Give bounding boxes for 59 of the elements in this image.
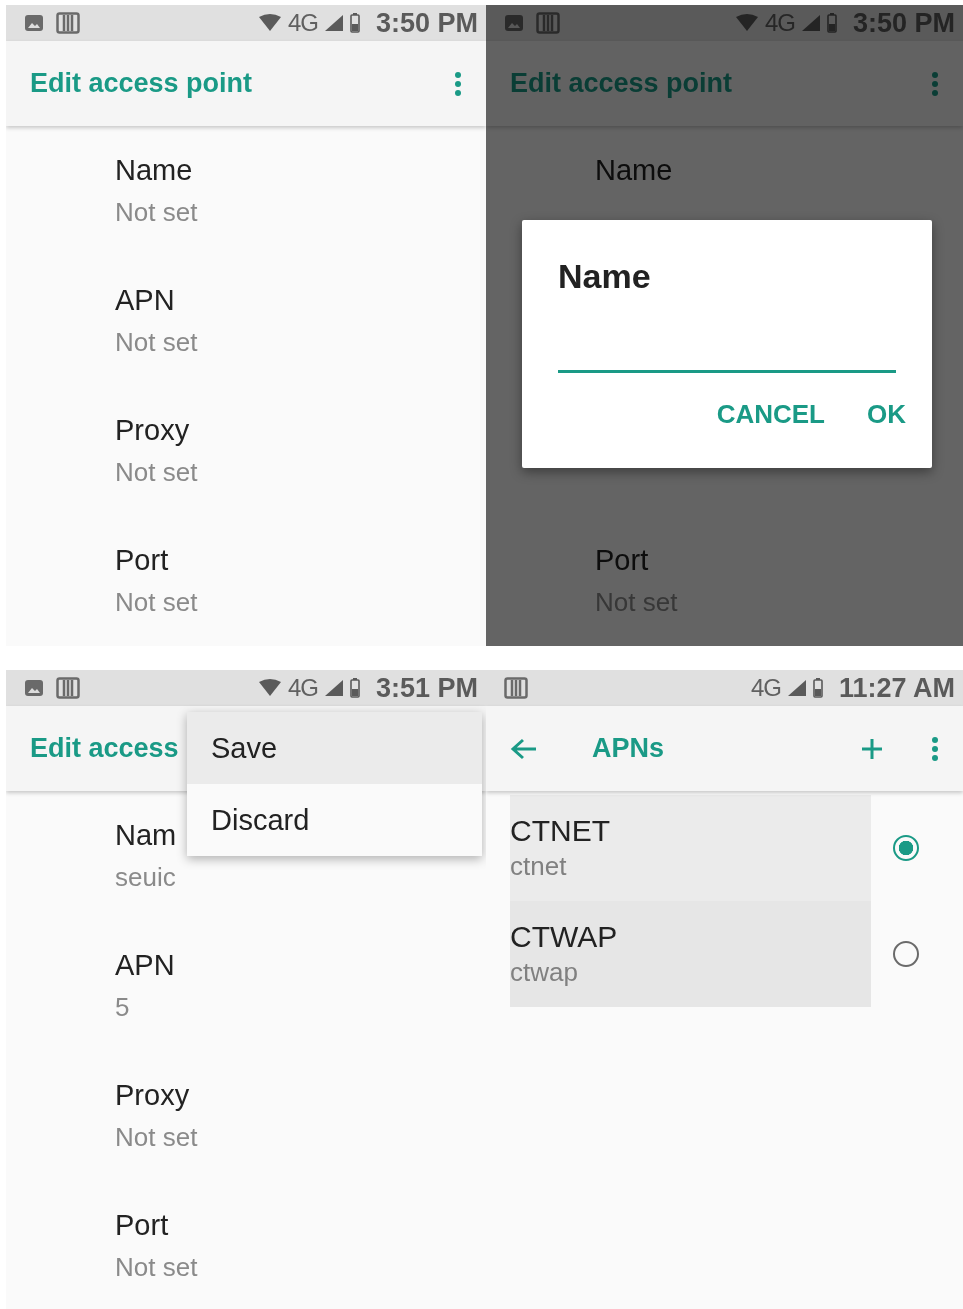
screen-title: Edit access	[30, 733, 179, 764]
screen-title: APNs	[592, 733, 665, 764]
radio-button[interactable]	[893, 835, 919, 861]
back-icon[interactable]	[510, 736, 538, 761]
battery-icon	[349, 678, 360, 698]
battery-icon	[812, 678, 823, 698]
network-type: 4G	[750, 674, 781, 702]
menu-item[interactable]: Discard	[187, 784, 482, 856]
setting-value: 5	[115, 991, 130, 1024]
setting-value: Not set	[115, 1251, 198, 1284]
sd-card-icon	[504, 677, 528, 699]
sd-card-icon	[536, 12, 560, 34]
setting-value: Not set	[115, 326, 198, 359]
screen-title: Edit access point	[510, 68, 733, 99]
signal-icon	[800, 14, 821, 32]
setting-label: Nam	[115, 818, 177, 853]
sd-card-icon	[56, 677, 80, 699]
add-icon[interactable]	[861, 737, 883, 760]
setting-label: Port	[595, 543, 649, 578]
setting-value: Not set	[115, 586, 198, 619]
image-icon	[24, 679, 44, 697]
setting-value: Not set	[115, 196, 198, 229]
image-icon	[504, 14, 524, 32]
clock-time: 11:27 AM	[838, 672, 955, 704]
sd-card-icon	[56, 12, 80, 34]
battery-icon	[349, 13, 360, 33]
dialog-title: Name	[558, 256, 652, 296]
apn-name: CTWAP	[510, 919, 619, 955]
setting-label: APN	[115, 283, 175, 318]
setting-value: Not set	[115, 456, 198, 489]
more-options-icon[interactable]	[454, 70, 462, 97]
screen-title: Edit access point	[30, 68, 253, 99]
apn-value: ctwap	[510, 956, 579, 989]
signal-icon	[323, 14, 344, 32]
setting-label: Proxy	[115, 413, 190, 448]
network-type: 4G	[287, 674, 318, 702]
setting-label: Port	[115, 543, 169, 578]
more-options-icon[interactable]	[931, 735, 939, 762]
menu-item[interactable]: Save	[187, 712, 482, 784]
signal-icon	[786, 679, 807, 697]
network-type: 4G	[287, 9, 318, 37]
setting-label: Proxy	[115, 1078, 190, 1113]
setting-value: Not set	[115, 1121, 198, 1154]
apn-name: CTNET	[510, 813, 611, 849]
signal-icon	[323, 679, 344, 697]
clock-time: 3:50 PM	[375, 7, 478, 39]
setting-label: Name	[115, 153, 193, 188]
setting-label: Name	[595, 153, 673, 188]
battery-icon	[826, 13, 837, 33]
image-icon	[24, 14, 44, 32]
apn-value: ctnet	[510, 850, 568, 883]
radio-button[interactable]	[893, 941, 919, 967]
apn-list-item[interactable]: CTWAP ctwap	[510, 901, 871, 1007]
setting-label: APN	[115, 948, 175, 983]
setting-label: Port	[115, 1208, 169, 1243]
clock-time: 3:51 PM	[375, 672, 478, 704]
setting-value: seuic	[115, 861, 176, 894]
more-options-icon[interactable]	[931, 70, 939, 97]
apn-list-item[interactable]: CTNET ctnet	[510, 795, 871, 901]
